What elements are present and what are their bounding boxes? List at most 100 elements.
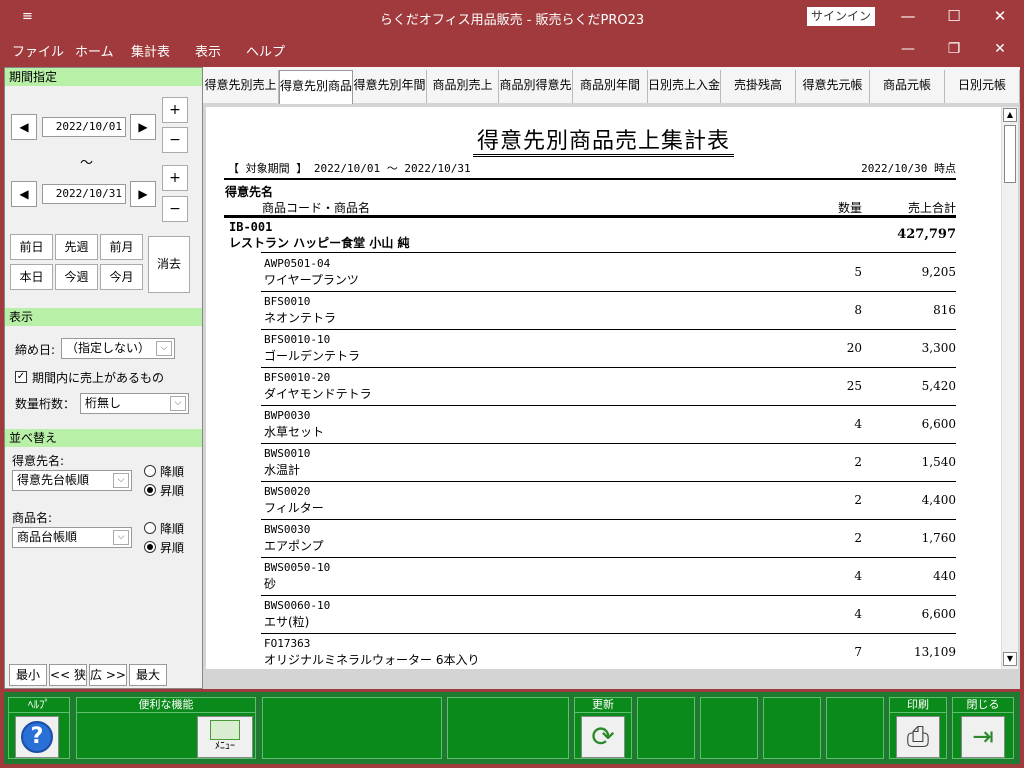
range-tilde: ～ [80,156,94,171]
tab-customer-annual[interactable]: 得意先別年間 [353,70,427,103]
report-period: 【 対象期間 】 2022/10/01 ～ 2022/10/31 [228,162,471,175]
sales-amount: 5,420 [921,379,956,393]
chevron-down-icon: ⌵ [156,341,172,356]
zoom-narrow-button[interactable]: << 狭 [49,664,87,686]
product-sort-asc-radio[interactable] [144,541,156,553]
tab-product-annual[interactable]: 商品別年間 [573,70,648,103]
minimize-button[interactable]: — [893,4,923,28]
sales-amount: 1,540 [921,455,956,469]
close-window-button[interactable]: ✕ [985,4,1015,28]
customer-sort-asc-radio[interactable] [144,484,156,496]
help-button[interactable]: ? [15,716,59,758]
refresh-label: 更新 [575,698,631,713]
refresh-button[interactable]: ⟳ [581,716,625,758]
menu-file[interactable]: ファイル [12,41,64,60]
table-row: AWP0501-04 ワイヤープランツ 5 9,205 [261,254,956,292]
product-name: ネオンテトラ [264,311,337,325]
clear-button[interactable]: 消去 [148,236,190,293]
prev-month-button[interactable]: 前月 [100,234,143,260]
product-name: ワイヤープランツ [264,273,359,287]
date-to-minus-button[interactable]: − [162,196,188,222]
product-code: BWS0060-10 [264,599,331,612]
quantity: 2 [854,455,862,469]
product-sort-desc-radio[interactable] [144,522,156,534]
tab-product-sales[interactable]: 商品別売上 [427,70,499,103]
date-from-minus-button[interactable]: − [162,127,188,153]
zoom-max-button[interactable]: 最大 [129,664,167,686]
product-sort-desc-label: 降順 [160,522,185,536]
tab-product-customers[interactable]: 商品別得意先 [499,70,573,103]
help-label: ﾍﾙﾌﾟ [9,698,69,713]
customer-total: 427,797 [897,227,956,242]
zoom-min-button[interactable]: 最小 [9,664,47,686]
quantity: 2 [854,493,862,507]
mdi-close-button[interactable]: ✕ [985,38,1015,60]
date-from-next-button[interactable]: ▶ [130,114,156,140]
menu-button[interactable]: ﾒﾆｭｰ [197,716,253,758]
menu-view[interactable]: 表示 [195,41,221,60]
report-tabs: 得意先別売上 得意先別商品 得意先別年間 商品別売上 商品別得意先 商品別年間 … [203,67,1020,104]
today-button[interactable]: 本日 [10,264,53,290]
product-name: 水草セット [264,425,325,439]
date-from-field[interactable]: 2022/10/01 [42,117,126,137]
date-to-field[interactable]: 2022/10/31 [42,184,126,204]
report-area: 得意先別売上 得意先別商品 得意先別年間 商品別売上 商品別得意先 商品別年間 … [203,67,1020,689]
table-row: BWS0020 フィルター 2 4,400 [261,482,956,520]
scroll-down-icon[interactable]: ▼ [1003,652,1017,666]
customer-name: レストラン ハッピー食堂 小山 純 [229,236,410,250]
tab-daily-ledger[interactable]: 日別元帳 [945,70,1020,103]
product-sort-select[interactable]: 商品台帳順 ⌵ [12,527,132,548]
date-to-next-button[interactable]: ▶ [130,181,156,207]
tab-customer-products[interactable]: 得意先別商品 [279,70,353,104]
date-from-prev-button[interactable]: ◀ [11,114,37,140]
mdi-minimize-button[interactable]: — [893,38,923,60]
customer-sort-label: 得意先名: [12,454,65,468]
date-to-plus-button[interactable]: + [162,165,188,191]
maximize-button[interactable]: ☐ [939,4,969,28]
date-to-prev-button[interactable]: ◀ [11,181,37,207]
qty-digits-label: 数量桁数： [15,397,76,411]
sales-amount: 6,600 [921,417,956,431]
has-sales-checkbox[interactable]: ✓ [15,371,27,383]
close-button[interactable]: ⇥ [961,716,1005,758]
product-sort-asc-label: 昇順 [160,541,185,555]
vertical-scrollbar[interactable]: ▲ ▼ [1001,107,1018,669]
utility-panel: 便利な機能 ﾒﾆｭｰ [76,697,256,759]
scroll-thumb[interactable] [1004,125,1016,183]
signin-button[interactable]: サインイン [807,7,875,26]
tab-customer-ledger[interactable]: 得意先元帳 [796,70,870,103]
qty-digits-select[interactable]: 桁無し ⌵ [80,393,189,414]
mdi-restore-button[interactable]: ❐ [939,38,969,60]
report-title-text: 得意先別商品売上集計表 [472,129,734,157]
closing-day-select[interactable]: （指定しない） ⌵ [61,338,175,359]
sales-amount: 6,600 [921,607,956,621]
prev-week-button[interactable]: 先週 [55,234,98,260]
menu-home[interactable]: ホーム [75,41,114,60]
tab-daily-sales-receipts[interactable]: 日別売上入金 [648,70,721,103]
customer-sort-desc-radio[interactable] [144,465,156,477]
quantity: 8 [854,303,862,317]
table-row: BWS0060-10 エサ(粒) 4 6,600 [261,596,956,634]
product-name: 水温計 [264,463,301,477]
divider [224,215,956,218]
customer-sort-select[interactable]: 得意先台帳順 ⌵ [12,470,132,491]
product-name: 砂 [264,577,277,591]
date-from-plus-button[interactable]: + [162,97,188,123]
scroll-up-icon[interactable]: ▲ [1003,108,1017,122]
zoom-wide-button[interactable]: 広 >> [89,664,127,686]
table-row: FO17363 オリジナルミネラルウォーター 6本入り 7 13,109 [261,634,956,669]
this-week-button[interactable]: 今週 [55,264,98,290]
product-code: BWS0030 [264,523,311,536]
prev-day-button[interactable]: 前日 [10,234,53,260]
product-code: BFS0010-20 [264,371,331,384]
tab-customer-sales[interactable]: 得意先別売上 [203,70,279,103]
empty-panel [826,697,884,759]
tab-product-ledger[interactable]: 商品元帳 [870,70,945,103]
sales-amount: 9,205 [921,265,956,279]
this-month-button[interactable]: 今月 [100,264,143,290]
menu-reports[interactable]: 集計表 [131,41,170,60]
print-button[interactable]: ⎙ [896,716,940,758]
menu-help[interactable]: ヘルプ [246,41,285,60]
quantity: 20 [846,341,862,355]
tab-receivables[interactable]: 売掛残高 [721,70,796,103]
